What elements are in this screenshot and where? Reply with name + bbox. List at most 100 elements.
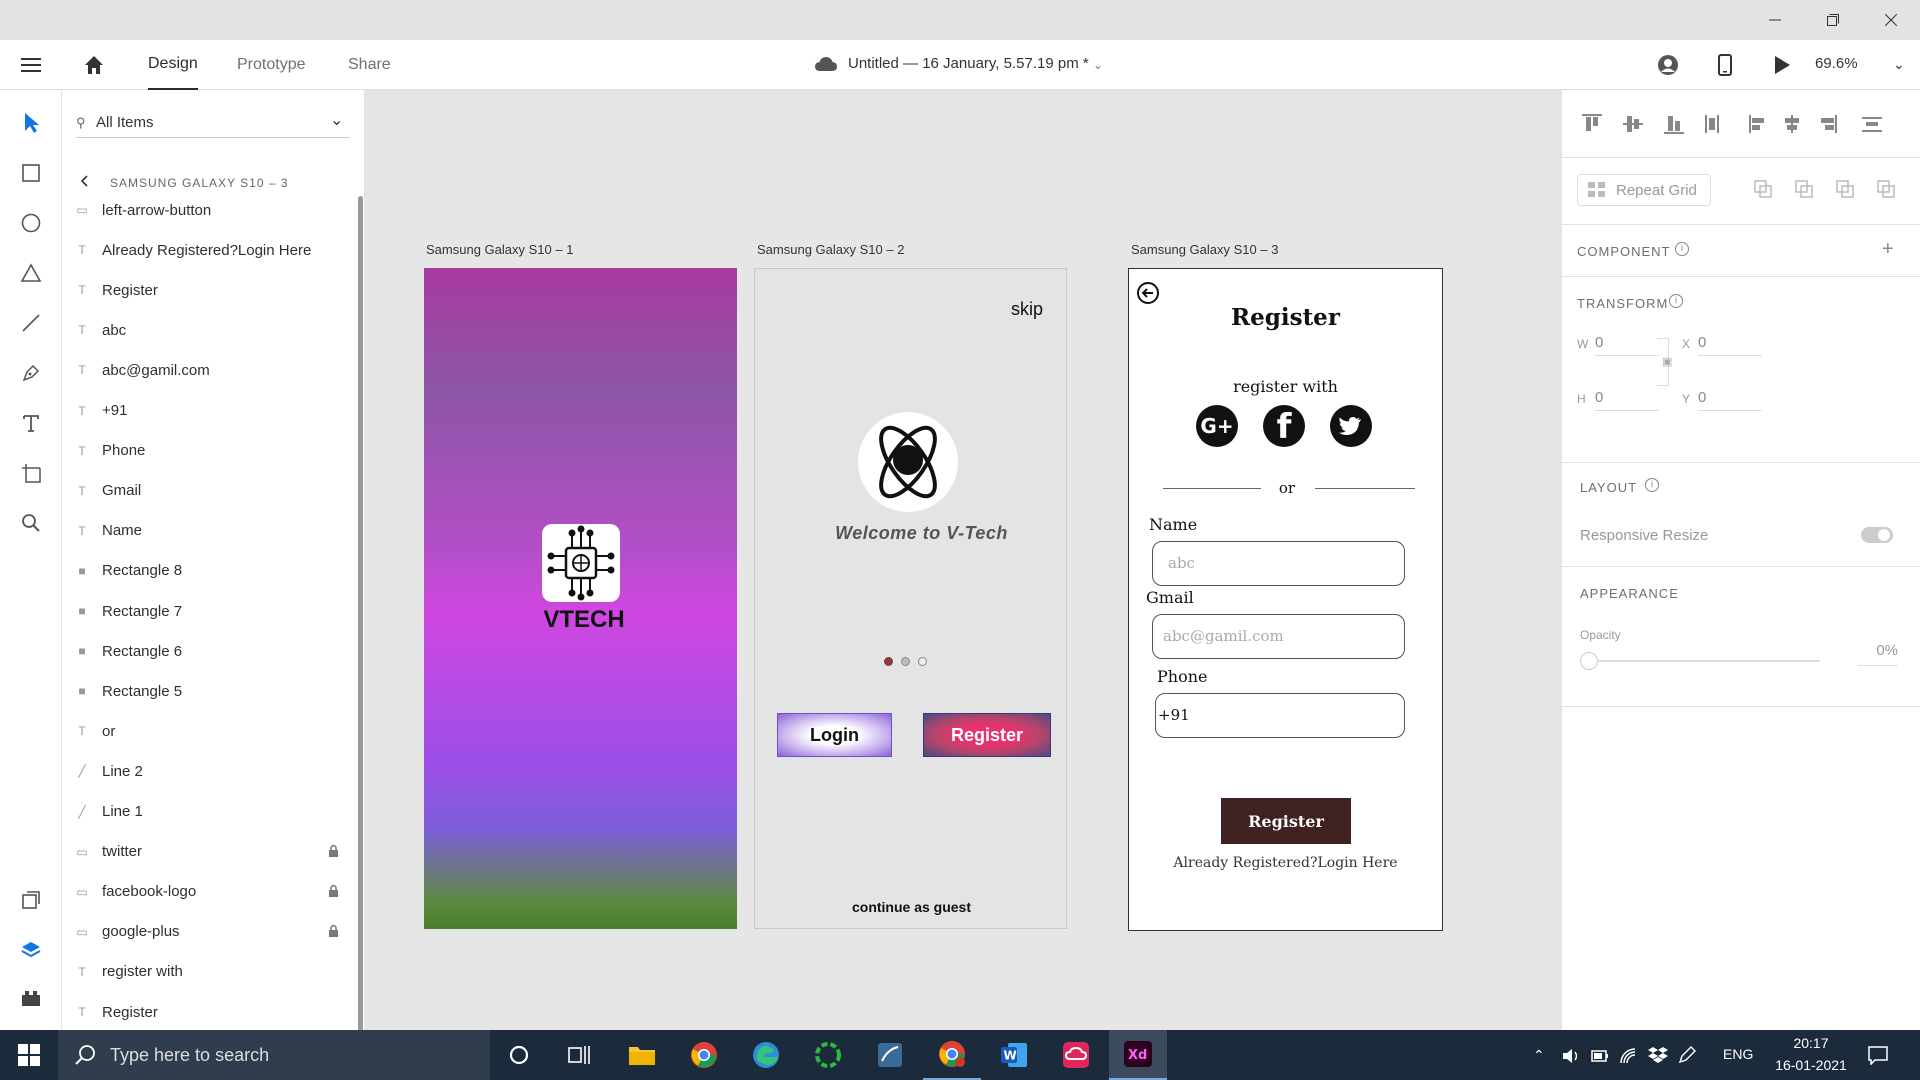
home-icon[interactable] [82, 53, 106, 77]
rectangle-tool-icon[interactable] [16, 158, 46, 188]
notifications-icon[interactable] [1867, 1045, 1889, 1065]
info-icon[interactable]: i [1669, 294, 1683, 308]
artboard-register[interactable]: Register register with G+ f or Name abc … [1128, 268, 1443, 931]
show-hidden-icons-chevron[interactable]: ⌃ [1533, 1047, 1545, 1064]
back-chevron-icon[interactable] [78, 174, 92, 188]
breadcrumb[interactable]: SAMSUNG GALAXY S10 – 3 [110, 176, 289, 190]
add-component-icon[interactable]: + [1882, 238, 1894, 261]
facebook-icon[interactable]: f [1263, 405, 1305, 447]
phone-field[interactable]: +91 [1155, 693, 1405, 738]
pager-dot-active[interactable] [884, 657, 893, 666]
width-field[interactable]: 0 [1595, 334, 1659, 356]
speaker-icon[interactable] [1561, 1047, 1581, 1065]
layers-icon[interactable] [16, 935, 46, 965]
zoom-level[interactable]: 69.6% [1815, 55, 1858, 72]
gmail-field[interactable]: abc@gamil.com [1152, 614, 1405, 659]
ellipse-tool-icon[interactable] [16, 208, 46, 238]
layer-item[interactable]: Tabc [62, 310, 347, 350]
cortana-icon[interactable] [490, 1030, 548, 1080]
x-field[interactable]: 0 [1698, 334, 1762, 356]
artboard-2-label[interactable]: Samsung Galaxy S10 – 2 [757, 242, 904, 257]
continue-as-guest-link[interactable]: continue as guest [755, 899, 1068, 915]
clock-time[interactable]: 20:17 [1776, 1035, 1846, 1051]
pager-dot[interactable] [918, 657, 927, 666]
layer-item[interactable]: ╱ Line 1 [62, 792, 347, 832]
layer-item[interactable]: T Register [62, 270, 347, 310]
layers-search[interactable]: ⚲ All Items ⌄ [76, 108, 350, 138]
opacity-slider-handle[interactable] [1580, 652, 1598, 670]
register-submit-button[interactable]: Register [1221, 798, 1351, 844]
canvas[interactable]: Samsung Galaxy S10 – 1 VTECH Samsung Gal… [366, 90, 1560, 1030]
word-icon[interactable]: W [985, 1030, 1043, 1080]
twitter-icon[interactable] [1330, 405, 1372, 447]
mobile-preview-icon[interactable] [1716, 53, 1734, 77]
lock-icon[interactable] [328, 884, 339, 900]
wifi-icon[interactable] [1619, 1047, 1639, 1065]
artboard-3-label[interactable]: Samsung Galaxy S10 – 3 [1131, 242, 1278, 257]
artboard-1-label[interactable]: Samsung Galaxy S10 – 1 [426, 242, 573, 257]
layer-item[interactable]: T +91 [62, 391, 347, 431]
artboard-welcome[interactable]: skip Welcome to V-Tech Login Register co… [754, 268, 1067, 929]
adobe-xd-icon[interactable]: Xd [1109, 1030, 1167, 1080]
opacity-field[interactable]: 0% [1858, 642, 1898, 666]
layer-item[interactable]: ▭ facebook-logo [62, 872, 347, 912]
layer-item[interactable]: Tabc@gamil.com [62, 350, 347, 390]
tab-share[interactable]: Share [348, 40, 391, 90]
layer-item[interactable]: T Already Registered?Login Here [62, 230, 347, 270]
height-field[interactable]: 0 [1595, 389, 1659, 411]
pen-tool-icon[interactable] [16, 358, 46, 388]
plugins-icon[interactable] [16, 983, 46, 1013]
edge-icon[interactable] [737, 1030, 795, 1080]
lock-icon[interactable] [328, 924, 339, 940]
zoom-chevron-icon[interactable]: ⌄ [1893, 56, 1905, 73]
minimize-button[interactable] [1746, 0, 1804, 40]
sql-workbench-icon[interactable] [861, 1030, 919, 1080]
play-icon[interactable] [1773, 55, 1791, 75]
text-tool-icon[interactable] [16, 408, 46, 438]
windows-start-icon[interactable] [0, 1030, 58, 1080]
google-plus-icon[interactable]: G+ [1196, 405, 1238, 447]
opacity-slider-track[interactable] [1588, 660, 1820, 662]
line-tool-icon[interactable] [16, 308, 46, 338]
clock-date[interactable]: 16-01-2021 [1771, 1057, 1851, 1073]
select-tool-icon[interactable] [16, 108, 46, 138]
y-field[interactable]: 0 [1698, 389, 1762, 411]
layer-item[interactable]: ■ Rectangle 8 [62, 551, 347, 591]
login-here-link[interactable]: Already Registered?Login Here [1129, 855, 1442, 871]
layer-item[interactable]: T Gmail [62, 471, 347, 511]
layer-item[interactable]: ▭ google-plus [62, 912, 347, 952]
chrome-profile-icon[interactable] [923, 1030, 981, 1080]
layer-item[interactable]: ▭ twitter [62, 832, 347, 872]
layer-item[interactable]: ■ Rectangle 6 [62, 631, 347, 671]
assets-icon[interactable] [16, 885, 46, 915]
align-icons[interactable] [1582, 114, 1882, 136]
layer-item[interactable]: T Register [62, 992, 347, 1032]
layer-item[interactable]: ■ Rectangle 7 [62, 591, 347, 631]
battery-icon[interactable] [1590, 1047, 1610, 1065]
scrollbar[interactable] [358, 196, 363, 1032]
dropbox-icon[interactable] [1648, 1045, 1668, 1065]
boolean-ops-icons[interactable] [1754, 180, 1914, 200]
chevron-down-icon[interactable]: ⌄ [330, 110, 343, 130]
zoom-tool-icon[interactable] [16, 508, 46, 538]
artboard-splash[interactable]: VTECH [424, 268, 737, 929]
artboard-tool-icon[interactable] [16, 458, 46, 488]
info-icon[interactable]: i [1645, 478, 1659, 492]
login-button[interactable]: Login [777, 713, 892, 757]
user-profile-icon[interactable] [1656, 53, 1680, 77]
document-title[interactable]: Untitled — 16 January, 5.57.19 pm * [848, 55, 1089, 72]
creative-cloud-icon[interactable] [1047, 1030, 1105, 1080]
lock-icon[interactable]: ▣ [1662, 355, 1672, 368]
layer-item[interactable]: Tor [62, 711, 347, 751]
polygon-tool-icon[interactable] [16, 258, 46, 288]
task-view-icon[interactable] [551, 1030, 609, 1080]
pager-dot[interactable] [901, 657, 910, 666]
chrome-icon[interactable] [675, 1030, 733, 1080]
skip-link[interactable]: skip [1011, 299, 1043, 320]
close-button[interactable] [1862, 0, 1920, 40]
hamburger-menu-icon[interactable] [20, 54, 42, 76]
info-icon[interactable]: i [1675, 242, 1689, 256]
layer-item[interactable]: ╱ Line 2 [62, 751, 347, 791]
app-circle-icon[interactable] [799, 1030, 857, 1080]
left-arrow-icon[interactable] [1136, 281, 1160, 305]
